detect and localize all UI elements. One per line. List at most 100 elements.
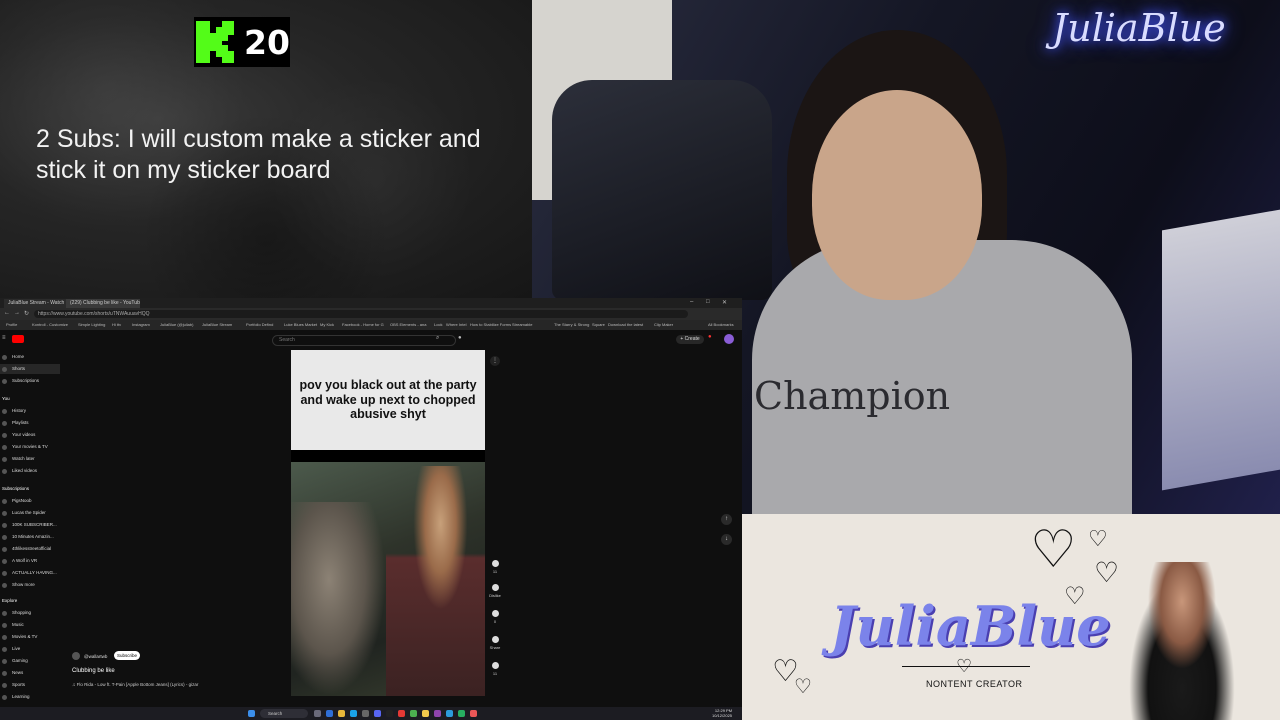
taskbar-clock[interactable]: 12:29 PM 10/12/2025: [712, 708, 732, 718]
sidebar-item-your-videos[interactable]: Your videos: [0, 430, 60, 440]
sidebar-item-watch-later[interactable]: Watch later: [0, 454, 60, 464]
search-icon[interactable]: ⌕: [436, 335, 447, 345]
sidebar-item-shopping[interactable]: Shopping: [0, 608, 60, 618]
sidebar-item-home[interactable]: Home: [0, 352, 60, 362]
sidebar-item-learning[interactable]: Learning: [0, 692, 60, 702]
bookmark-item[interactable]: Instagram: [132, 321, 150, 329]
share-button[interactable]: Share: [489, 636, 501, 650]
sidebar-item-movies[interactable]: Your movies & TV: [0, 442, 60, 452]
sidebar-item-show-more[interactable]: Show more: [0, 580, 60, 590]
sidebar-item-channel[interactable]: A Wolf in VR: [0, 556, 60, 566]
sidebar-item-history[interactable]: History: [0, 406, 60, 416]
sidebar-item-channel[interactable]: 4thlikesstreetofficial: [0, 544, 60, 554]
bookmark-item[interactable]: The Starry & Strong: [554, 321, 589, 329]
sidebar-item-channel[interactable]: PigsNoob: [0, 496, 60, 506]
bookmark-item[interactable]: Clip Maker: [654, 321, 673, 329]
bookmark-item[interactable]: My Kick: [320, 321, 334, 329]
close-icon[interactable]: ✕: [722, 299, 727, 306]
sidebar-item-movies-tv[interactable]: Movies & TV: [0, 632, 60, 642]
remix-button[interactable]: 11: [489, 662, 501, 676]
sidebar-item-sports[interactable]: Sports: [0, 680, 60, 690]
bookmark-item[interactable]: JuliaBlue (@juliab): [160, 321, 193, 329]
sidebar-item-channel[interactable]: 10 Minutes Amazin...: [0, 532, 60, 542]
bookmark-item[interactable]: Streamable: [512, 321, 532, 329]
sidebar-item-news[interactable]: News: [0, 668, 60, 678]
app-icon[interactable]: [434, 710, 441, 717]
sidebar-item-shorts[interactable]: Shorts: [0, 364, 60, 374]
subscribe-button[interactable]: Subscribe: [114, 651, 140, 660]
bookmark-item[interactable]: Portfolio Defind: [246, 321, 273, 329]
create-button[interactable]: + Create: [676, 335, 704, 344]
short-music[interactable]: ♫ Flo Rida - Low ft. T-Pain [Apple Botto…: [72, 682, 198, 687]
dislike-button[interactable]: Dislike: [489, 584, 501, 598]
sidebar-item-channel[interactable]: Lucas the Spider: [0, 508, 60, 518]
bookmark-item[interactable]: Simple Lighting: [78, 321, 105, 329]
bookmark-item[interactable]: Facebook - Home for G: [342, 321, 384, 329]
bookmark-item[interactable]: Download the latest: [608, 321, 643, 329]
forward-icon[interactable]: →: [14, 310, 20, 316]
previous-short-button[interactable]: ↑: [721, 514, 732, 525]
heart-outline-icon: ♡: [956, 656, 973, 676]
chrome-icon[interactable]: [422, 710, 429, 717]
sidebar-item-liked[interactable]: Liked videos: [0, 466, 60, 476]
maximize-icon[interactable]: □: [706, 299, 710, 305]
channel-avatar[interactable]: [72, 652, 80, 660]
app-icon[interactable]: [458, 710, 465, 717]
more-options-icon[interactable]: ⋮: [490, 356, 500, 366]
short-video-player[interactable]: pov you black out at the party and wake …: [291, 350, 485, 696]
search-input[interactable]: Search: [272, 335, 456, 346]
notification-bell-icon[interactable]: ●: [708, 334, 718, 344]
youtube-logo-icon[interactable]: [12, 335, 24, 343]
url-field[interactable]: https://www.youtube.com/shorts/uTNWAuuav…: [34, 310, 688, 318]
tab-youtube-short[interactable]: (229) Clubbing be like - YouTube: [66, 299, 140, 308]
like-button[interactable]: 11: [489, 560, 501, 574]
app-icon[interactable]: [410, 710, 417, 717]
sidebar-section-you[interactable]: You: [0, 396, 10, 401]
sidebar-item-channel[interactable]: ACTUALLY HAVING...: [0, 568, 60, 578]
folder-icon[interactable]: [338, 710, 345, 717]
sidebar-item-live[interactable]: Live: [0, 644, 60, 654]
app-icon[interactable]: [470, 710, 477, 717]
comments-button[interactable]: 0: [489, 610, 501, 624]
bookmark-item[interactable]: Square: [592, 321, 605, 329]
edge-icon[interactable]: [350, 710, 357, 717]
bookmark-item[interactable]: Lock: [434, 321, 442, 329]
bookmark-item[interactable]: Hi ttv: [112, 321, 121, 329]
sidebar-item-playlists[interactable]: Playlists: [0, 418, 60, 428]
sidebar-section-subscriptions[interactable]: Subscriptions: [0, 486, 29, 491]
short-video-frame[interactable]: [291, 462, 485, 696]
julia-blue-banner: ♡ ♡ ♡ ♡ ♡ ♡ JuliaBlue ♡ NONTENT CREATOR: [742, 514, 1280, 720]
reload-icon[interactable]: ↻: [24, 310, 29, 317]
bookmark-item[interactable]: Where Intel: [446, 321, 466, 329]
next-short-button[interactable]: ↓: [721, 534, 732, 545]
bookmark-item[interactable]: All Bookmarks: [708, 321, 734, 329]
app-icon[interactable]: [398, 710, 405, 717]
menu-icon[interactable]: ≡: [2, 335, 6, 341]
sidebar-item-gaming[interactable]: Gaming: [0, 656, 60, 666]
app-icon[interactable]: [362, 710, 369, 717]
bookmark-item[interactable]: JuliaBlue Stream: [202, 321, 232, 329]
discord-icon[interactable]: [374, 710, 381, 717]
app-icon[interactable]: [446, 710, 453, 717]
task-view-icon[interactable]: [314, 710, 321, 717]
bookmark-item[interactable]: OBS Elements - ana: [390, 321, 426, 329]
heart-outline-icon: ♡: [1094, 557, 1120, 588]
comment-icon: [491, 610, 499, 617]
back-icon[interactable]: ←: [4, 310, 10, 316]
avatar[interactable]: [724, 334, 734, 344]
sidebar-item-music[interactable]: Music: [0, 620, 60, 630]
tab-kick-stream[interactable]: JuliaBlue Stream - Watch Live: [4, 299, 68, 308]
channel-name[interactable]: @wallartwb: [84, 654, 107, 659]
minimize-icon[interactable]: –: [690, 299, 693, 305]
sidebar-item-subscriptions[interactable]: Subscriptions: [0, 376, 60, 386]
bookmark-item[interactable]: Luke Blues Market: [284, 321, 317, 329]
start-icon[interactable]: [248, 710, 255, 717]
sidebar-item-channel[interactable]: 100K SUBSCRIBER...: [0, 520, 60, 530]
app-icon[interactable]: [326, 710, 333, 717]
taskbar-search[interactable]: Search: [260, 709, 308, 718]
bookmark-item[interactable]: Profile: [6, 321, 17, 329]
bookmark-item[interactable]: How to Stabilize Forms: [470, 321, 511, 329]
obs-icon[interactable]: [386, 710, 393, 717]
mic-icon[interactable]: ●: [458, 335, 462, 341]
bookmark-item[interactable]: Kontroll - Customize: [32, 321, 68, 329]
